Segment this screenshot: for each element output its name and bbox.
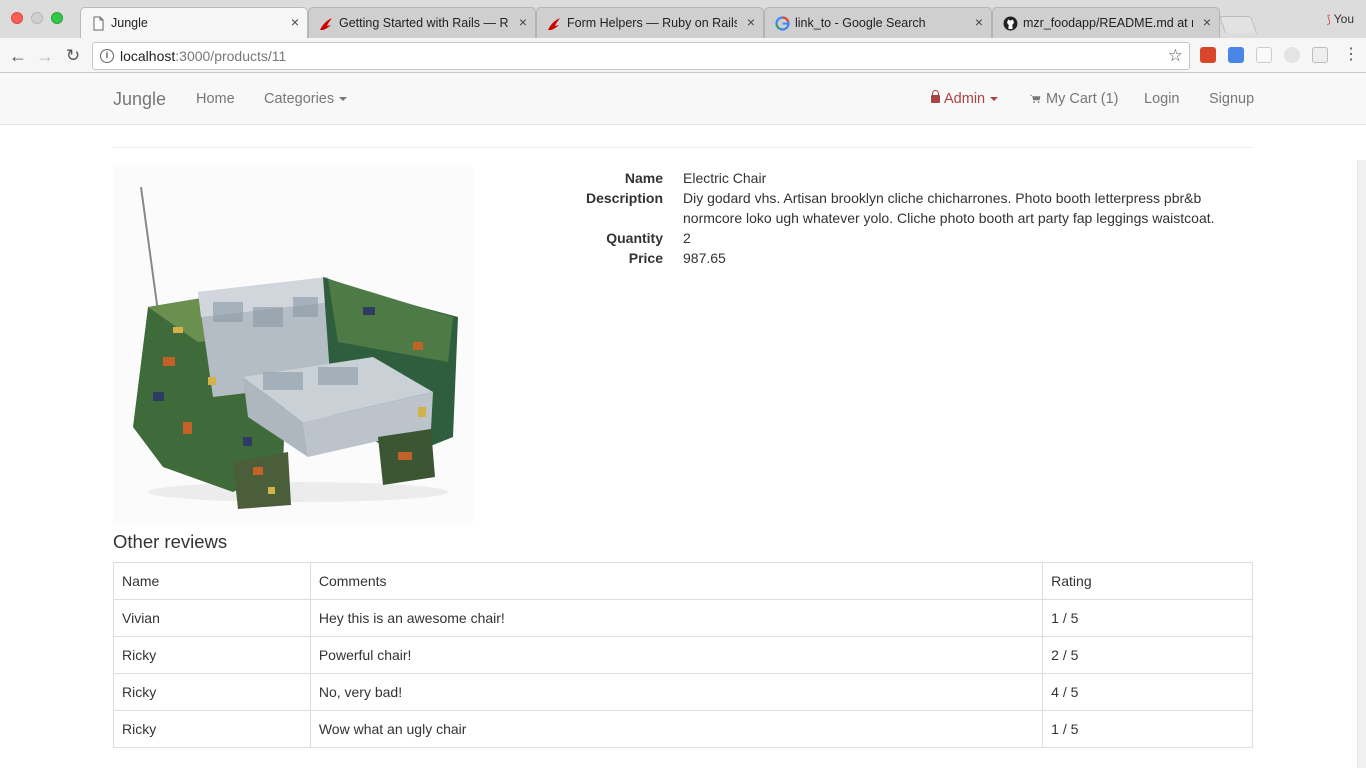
url-host: localhost: [120, 48, 176, 64]
browser-tab-form-helpers[interactable]: Form Helpers — Ruby on Rails Guides ×: [536, 7, 764, 38]
product-name: Electric Chair: [683, 170, 767, 186]
review-author: Ricky: [113, 673, 311, 711]
tab-title: Jungle: [111, 16, 148, 30]
nav-admin-dropdown[interactable]: Admin: [931, 90, 999, 107]
browser-tab-rails-getting-started[interactable]: Getting Started with Rails — Ruby on Rai…: [308, 7, 536, 38]
nav-categories-dropdown[interactable]: Categories: [264, 91, 348, 107]
browser-tab-strip: Jungle × Getting Started with Rails — Ru…: [0, 0, 1366, 39]
page-content: Jungle Home Categories Admin My Cart (1)…: [0, 73, 1366, 768]
reviews-heading: Other reviews: [113, 531, 228, 552]
review-rating: 1 / 5: [1042, 710, 1253, 748]
github-icon: [1003, 16, 1018, 31]
review-rating: 4 / 5: [1042, 673, 1253, 711]
table-header-row: Name Comments Rating: [113, 562, 1253, 600]
info-icon[interactable]: i: [100, 49, 114, 63]
forward-arrow-icon[interactable]: →: [35, 46, 55, 66]
divider: [113, 147, 1253, 148]
column-header-name: Name: [113, 562, 311, 600]
browser-menu-icon[interactable]: ⋮: [1343, 44, 1359, 64]
window-minimize-button[interactable]: [31, 12, 43, 24]
tab-title: mzr_foodapp/README.md at master: [1023, 16, 1193, 30]
column-header-comments: Comments: [309, 562, 1044, 600]
rails-icon: [548, 18, 560, 30]
tab-title: Getting Started with Rails — Ruby on Rai…: [339, 16, 509, 30]
nav-cart-label: My Cart (1): [1046, 91, 1119, 107]
product-quantity: 2: [683, 230, 691, 246]
extension-icon[interactable]: [1256, 47, 1272, 63]
product-description: Diy godard vhs. Artisan brooklyn cliche …: [683, 190, 1215, 226]
nav-login-link[interactable]: Login: [1144, 91, 1179, 107]
table-row: Vivian Hey this is an awesome chair! 1 /…: [113, 599, 1253, 637]
reviews-table: Name Comments Rating Vivian Hey this is …: [113, 562, 1253, 748]
nav-home-link[interactable]: Home: [196, 91, 235, 107]
close-tab-icon[interactable]: ×: [1203, 14, 1211, 30]
tab-title: link_to - Google Search: [795, 16, 926, 30]
extension-icon[interactable]: [1312, 47, 1328, 63]
profile-icon: ⟆: [1326, 14, 1331, 26]
shopping-cart-icon: [1029, 94, 1041, 103]
browser-tab-jungle[interactable]: Jungle ×: [80, 7, 308, 39]
browser-tab-github-readme[interactable]: mzr_foodapp/README.md at master ×: [992, 7, 1220, 38]
review-comment: No, very bad!: [309, 673, 1044, 711]
review-comment: Powerful chair!: [309, 636, 1044, 674]
extension-bookmark-icon[interactable]: [1200, 47, 1216, 63]
url-path: :3000/products/11: [175, 48, 287, 64]
nav-signup-link[interactable]: Signup: [1209, 91, 1254, 107]
column-header-rating: Rating: [1042, 562, 1253, 600]
product-image: [113, 167, 473, 525]
detail-label: Price: [628, 250, 663, 266]
extension-icon[interactable]: [1284, 47, 1300, 63]
brand-link[interactable]: Jungle: [113, 89, 166, 110]
back-arrow-icon[interactable]: ←: [8, 46, 28, 66]
close-tab-icon[interactable]: ×: [975, 14, 983, 30]
review-rating: 2 / 5: [1042, 636, 1253, 674]
table-row: Ricky Powerful chair! 2 / 5: [113, 636, 1253, 674]
nav-admin-label: Admin: [944, 91, 986, 107]
reload-icon[interactable]: ↻: [63, 46, 83, 66]
review-author: Vivian: [113, 599, 311, 637]
caret-down-icon: [990, 97, 999, 102]
window-zoom-button[interactable]: [51, 12, 63, 24]
translate-icon[interactable]: [1228, 47, 1244, 63]
review-rating: 1 / 5: [1042, 599, 1253, 637]
review-comment: Wow what an ugly chair: [309, 710, 1044, 748]
detail-label: Quantity: [606, 230, 663, 246]
review-author: Ricky: [113, 636, 311, 674]
window-close-button[interactable]: [11, 12, 23, 24]
review-comment: Hey this is an awesome chair!: [309, 599, 1044, 637]
nav-categories-label: Categories: [264, 91, 335, 107]
site-navbar: Jungle Home Categories Admin My Cart (1)…: [0, 73, 1366, 125]
table-row: Ricky Wow what an ugly chair 1 / 5: [113, 710, 1253, 748]
close-tab-icon[interactable]: ×: [291, 14, 299, 30]
url-text[interactable]: localhost:3000/products/11: [120, 48, 286, 64]
tab-title: Form Helpers — Ruby on Rails Guides: [567, 16, 737, 30]
new-tab-button[interactable]: [1218, 16, 1258, 33]
page-icon: [93, 16, 104, 31]
google-icon: [775, 16, 790, 31]
profile-button[interactable]: ⟆ You: [1326, 12, 1354, 26]
review-author: Ricky: [113, 710, 311, 748]
close-tab-icon[interactable]: ×: [519, 14, 527, 30]
nav-cart-link[interactable]: My Cart (1): [1029, 91, 1119, 107]
rails-icon: [320, 18, 332, 30]
caret-down-icon: [339, 97, 348, 102]
table-row: Ricky No, very bad! 4 / 5: [113, 673, 1253, 711]
detail-label: Name: [624, 170, 663, 186]
product-price: 987.65: [683, 250, 726, 266]
page-scrollbar[interactable]: [1357, 160, 1366, 768]
bookmark-star-icon[interactable]: ☆: [1168, 46, 1183, 66]
address-bar[interactable]: i localhost:3000/products/11 ☆: [92, 42, 1190, 70]
profile-label: You: [1333, 12, 1354, 26]
detail-label: Description: [585, 190, 663, 206]
browser-tab-google-search[interactable]: link_to - Google Search ×: [764, 7, 992, 38]
close-tab-icon[interactable]: ×: [747, 14, 755, 30]
lock-icon: [931, 90, 940, 103]
